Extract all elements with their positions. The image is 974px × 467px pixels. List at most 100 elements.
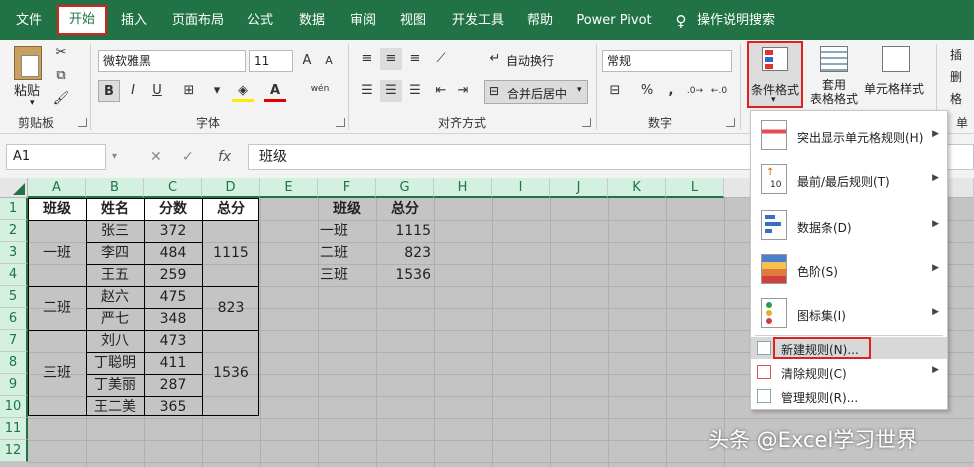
menu-item-highlight-rules[interactable]: 突出显示单元格规则(H) ▶ [751, 115, 947, 157]
orientation-icon[interactable]: ⟋ [430, 48, 452, 70]
row-header-7[interactable]: 7 [0, 330, 28, 352]
number-format-combo[interactable]: 常规 [602, 50, 732, 72]
column-header-d[interactable]: D [202, 178, 260, 198]
paste-dropdown-icon[interactable]: ▾ [30, 98, 35, 108]
name-box-dropdown-icon[interactable]: ▾ [112, 144, 117, 170]
row-header-6[interactable]: 6 [0, 308, 28, 330]
column-header-a[interactable]: A [28, 178, 86, 198]
header-cell[interactable]: 班级 [28, 198, 86, 220]
column-header-j[interactable]: J [550, 178, 608, 198]
total-cell[interactable]: 1115 [202, 242, 260, 264]
tab-formulas[interactable]: 公式 [240, 8, 280, 34]
header-cell[interactable]: 姓名 [86, 198, 144, 220]
border-icon[interactable]: ⊞ [178, 80, 200, 102]
align-left-icon[interactable]: ☰ [356, 80, 378, 102]
decrease-indent-icon[interactable]: ⇤ [430, 80, 452, 102]
summary-total-cell[interactable]: 823 [376, 242, 434, 264]
row-header-4[interactable]: 4 [0, 264, 28, 286]
total-cell[interactable]: 823 [202, 297, 260, 319]
row-header-9[interactable]: 9 [0, 374, 28, 396]
column-header-g[interactable]: G [376, 178, 434, 198]
tab-help[interactable]: 帮助 [520, 8, 560, 34]
table-format-icon[interactable] [820, 46, 848, 72]
class-cell[interactable]: 三班 [28, 362, 86, 384]
score-cell[interactable]: 411 [144, 352, 202, 374]
align-middle-icon[interactable]: ≡ [380, 48, 402, 70]
decrease-font-icon[interactable]: A [318, 50, 340, 72]
conditional-format-button[interactable]: 条件格式 ▾ [747, 41, 803, 108]
tab-file[interactable]: 文件 [8, 8, 50, 34]
row-header-3[interactable]: 3 [0, 242, 28, 264]
row-header-8[interactable]: 8 [0, 352, 28, 374]
name-cell[interactable]: 严七 [86, 308, 144, 330]
menu-item-data-bars[interactable]: 数据条(D) ▶ [751, 205, 947, 247]
name-cell[interactable]: 赵六 [86, 286, 144, 308]
row-header-12[interactable]: 12 [0, 440, 28, 462]
score-cell[interactable]: 365 [144, 396, 202, 418]
paste-icon[interactable] [14, 46, 42, 80]
insert-cells-button[interactable]: 插 [950, 46, 962, 63]
menu-item-top-bottom-rules[interactable]: ↑ 10 最前/最后规则(T) ▶ [751, 159, 947, 201]
tab-page-layout[interactable]: 页面布局 [166, 8, 230, 34]
score-cell[interactable]: 259 [144, 264, 202, 286]
table-format-button[interactable]: 套用 表格格式 [806, 78, 862, 106]
tab-insert[interactable]: 插入 [114, 8, 154, 34]
wrap-text-button[interactable]: 自动换行 [506, 52, 554, 69]
cancel-icon[interactable]: ✕ [150, 144, 162, 170]
more-dropdown-icon[interactable]: ▾ [206, 80, 228, 102]
name-box[interactable]: A1 [6, 144, 106, 170]
name-cell[interactable]: 刘八 [86, 330, 144, 352]
score-cell[interactable]: 287 [144, 374, 202, 396]
cut-icon[interactable]: ✂ [50, 42, 72, 64]
name-cell[interactable]: 张三 [86, 220, 144, 242]
merge-dropdown-icon[interactable]: ▾ [577, 85, 582, 95]
align-right-icon[interactable]: ☰ [404, 80, 426, 102]
tab-power-pivot[interactable]: Power Pivot [574, 8, 654, 34]
column-header-e[interactable]: E [260, 178, 318, 198]
score-cell[interactable]: 475 [144, 286, 202, 308]
column-header-f[interactable]: F [318, 178, 376, 198]
tab-review[interactable]: 审阅 [343, 8, 383, 34]
column-header-b[interactable]: B [86, 178, 144, 198]
name-cell[interactable]: 王二美 [86, 396, 144, 418]
merge-center-box[interactable]: ⊟ 合并后居中 ▾ [484, 80, 588, 104]
insert-function-icon[interactable]: fx [218, 144, 231, 170]
accounting-icon[interactable]: ⊟ [604, 80, 626, 102]
summary-header-cell[interactable]: 班级 [318, 198, 376, 220]
fill-color-icon[interactable]: ◈ [232, 80, 254, 102]
total-cell[interactable]: 1536 [202, 362, 260, 384]
menu-item-manage-rules[interactable]: 管理规则(R)... [751, 385, 947, 407]
select-all-corner[interactable] [0, 178, 28, 198]
bold-icon[interactable]: B [98, 80, 120, 102]
paste-button[interactable]: 粘贴 [14, 80, 40, 99]
column-header-h[interactable]: H [434, 178, 492, 198]
font-color-icon[interactable]: A [264, 80, 286, 102]
wrap-text-icon[interactable]: ↵ [484, 48, 506, 70]
number-launcher-icon[interactable] [726, 118, 735, 127]
name-cell[interactable]: 丁美丽 [86, 374, 144, 396]
enter-icon[interactable]: ✓ [182, 144, 194, 170]
format-cells-button[interactable]: 格 [950, 90, 962, 107]
row-header-2[interactable]: 2 [0, 220, 28, 242]
align-top-icon[interactable]: ≡ [356, 48, 378, 70]
tell-me-search[interactable]: 操作说明搜索 [696, 8, 776, 34]
increase-decimal-icon[interactable]: .0→ [684, 80, 706, 102]
align-bottom-icon[interactable]: ≡ [404, 48, 426, 70]
row-header-1[interactable]: 1 [0, 198, 28, 220]
column-header-k[interactable]: K [608, 178, 666, 198]
font-name-combo[interactable]: 微软雅黑 [98, 50, 246, 72]
header-cell[interactable]: 总分 [202, 198, 260, 220]
score-cell[interactable]: 348 [144, 308, 202, 330]
align-center-icon[interactable]: ☰ [380, 80, 402, 102]
score-cell[interactable]: 484 [144, 242, 202, 264]
percent-icon[interactable]: % [636, 80, 658, 102]
delete-cells-button[interactable]: 删 [950, 68, 962, 85]
class-cell[interactable]: 一班 [28, 242, 86, 264]
cell-style-icon[interactable] [882, 46, 910, 72]
clipboard-launcher-icon[interactable] [78, 118, 87, 127]
font-launcher-icon[interactable] [336, 118, 345, 127]
underline-icon[interactable]: U [146, 80, 168, 102]
summary-total-cell[interactable]: 1536 [376, 264, 434, 286]
tab-view[interactable]: 视图 [393, 8, 433, 34]
row-header-10[interactable]: 10 [0, 396, 28, 418]
